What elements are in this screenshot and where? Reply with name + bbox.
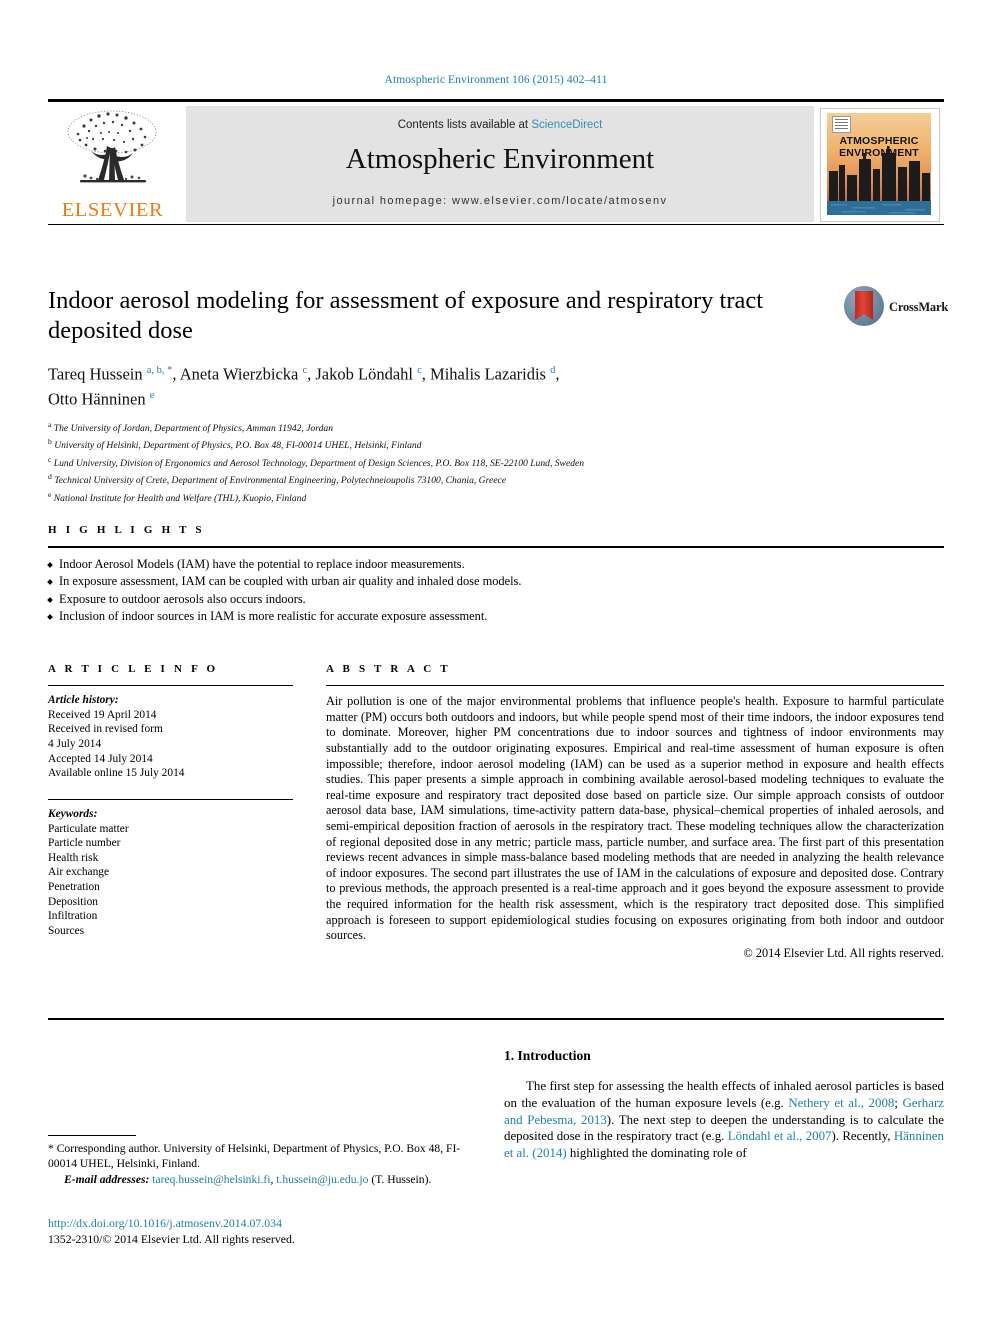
affiliation-label: a — [48, 420, 52, 429]
abstract-heading: A B S T R A C T — [326, 663, 451, 675]
affiliation-label: e — [48, 489, 52, 499]
journal-cover-image: ATMOSPHERIC ENVIRONMENT — [827, 113, 931, 215]
affiliation-text: Lund University, Division of Ergonomics … — [53, 458, 585, 470]
list-item: Exposure to outdoor aerosols also occurs… — [47, 591, 944, 609]
crossmark-badge[interactable]: CrossMark — [844, 286, 948, 326]
email-label: E-mail addresses: — [64, 1173, 150, 1187]
highlight-text: In exposure assessment, IAM can be coupl… — [59, 574, 522, 589]
introduction-paragraph: The first step for assessing the health … — [504, 1079, 944, 1161]
keyword-item: Penetration — [48, 880, 100, 893]
article-history: Article history: Received 19 April 2014 … — [48, 693, 293, 781]
article-info-section: A R T I C L E I N F O Article history: R… — [48, 663, 293, 938]
cover-skyline-icon — [827, 146, 931, 215]
history-item: Received in revised form — [48, 723, 163, 736]
running-head: Atmospheric Environment 106 (2015) 402–4… — [384, 74, 608, 86]
article-title-block: Indoor aerosol modeling for assessment o… — [48, 286, 948, 505]
keywords-label: Keywords: — [48, 807, 98, 820]
list-item: In exposure assessment, IAM can be coupl… — [47, 573, 944, 591]
doi-block: http://dx.doi.org/10.1016/j.atmosenv.201… — [48, 1216, 548, 1247]
keyword-item: Infiltration — [48, 910, 98, 923]
elsevier-wordmark: ELSEVIER — [61, 199, 164, 221]
highlights-rule — [48, 546, 944, 548]
footnote-block: * Corresponding author. University of He… — [48, 1135, 488, 1188]
affiliation-list: a The University of Jordan, Department o… — [48, 418, 944, 505]
affiliation-label: d — [48, 472, 52, 482]
highlights-heading: H I G H L I G H T S — [48, 524, 205, 536]
history-item: Accepted 14 July 2014 — [48, 752, 153, 765]
highlights-section: H I G H L I G H T S Indoor Aerosol Model… — [47, 524, 944, 626]
list-item: Inclusion of indoor sources in IAM is mo… — [47, 608, 944, 626]
corresponding-author-note: * Corresponding author. University of He… — [48, 1142, 461, 1170]
crossmark-label: CrossMark — [889, 300, 949, 314]
article-info-heading: A R T I C L E I N F O — [48, 663, 219, 675]
bullet-icon — [47, 579, 53, 585]
author-list: Tareq Hussein a, b, *, Aneta Wierzbicka … — [48, 364, 560, 409]
introduction-section: 1. Introduction The first step for asses… — [504, 1048, 944, 1162]
abstract-text: Air pollution is one of the major enviro… — [326, 694, 944, 943]
email-link-2[interactable]: t.hussein@ju.edu.jo — [276, 1173, 368, 1186]
journal-masthead: ELSEVIER Contents lists available at Sci… — [48, 99, 944, 224]
journal-title: Atmospheric Environment — [345, 143, 655, 175]
journal-cover-thumbnail[interactable]: ATMOSPHERIC ENVIRONMENT — [820, 108, 940, 222]
affiliation-text: University of Helsinki, Department of Ph… — [54, 440, 422, 452]
abstract-copyright: © 2014 Elsevier Ltd. All rights reserved… — [743, 945, 944, 960]
affiliation-item: b University of Helsinki, Department of … — [48, 435, 944, 452]
journal-band: Contents lists available at ScienceDirec… — [186, 106, 814, 222]
affiliation-item: a The University of Jordan, Department o… — [48, 418, 944, 435]
highlight-text: Inclusion of indoor sources in IAM is mo… — [59, 609, 488, 624]
bullet-icon — [47, 614, 53, 620]
journal-homepage-link[interactable]: journal homepage: www.elsevier.com/locat… — [186, 195, 814, 207]
email-suffix: (T. Hussein). — [371, 1173, 432, 1187]
issn-copyright-line: 1352-2310/© 2014 Elsevier Ltd. All right… — [48, 1231, 295, 1246]
masthead-bottom-rule — [48, 224, 944, 225]
doi-link[interactable]: http://dx.doi.org/10.1016/j.atmosenv.201… — [48, 1216, 548, 1232]
affiliation-label: b — [48, 437, 52, 447]
keyword-item: Health risk — [48, 851, 99, 864]
page-title: Indoor aerosol modeling for assessment o… — [48, 287, 764, 344]
bullet-icon — [47, 561, 53, 568]
journal-article-page: Atmospheric Environment 106 (2015) 402–4… — [0, 0, 992, 1323]
keyword-item: Sources — [48, 924, 85, 937]
elsevier-logo: ELSEVIER — [50, 106, 175, 222]
affiliation-label: c — [48, 454, 52, 464]
affiliation-item: c Lund University, Division of Ergonomic… — [48, 453, 944, 470]
keyword-item: Air exchange — [48, 866, 110, 879]
article-history-label: Article history: — [48, 694, 119, 707]
bullet-icon — [47, 596, 53, 603]
abstract-section: A B S T R A C T Air pollution is one of … — [326, 663, 944, 961]
affiliation-item: d Technical University of Crete, Departm… — [48, 470, 944, 487]
contents-available-line: Contents lists available at ScienceDirec… — [186, 119, 814, 131]
introduction-heading: 1. Introduction — [504, 1048, 591, 1063]
highlight-text: Exposure to outdoor aerosols also occurs… — [59, 591, 306, 606]
elsevier-tree-icon — [67, 110, 157, 183]
keyword-item: Particulate matter — [48, 822, 129, 835]
affiliation-text: Technical University of Crete, Departmen… — [54, 475, 506, 487]
body-separator-rule — [48, 1018, 944, 1021]
history-item: Received 19 April 2014 — [48, 708, 157, 721]
highlight-text: Indoor Aerosol Models (IAM) have the pot… — [59, 556, 465, 571]
affiliation-text: The University of Jordan, Department of … — [53, 423, 334, 435]
email-note: E-mail addresses: tareq.hussein@helsinki… — [48, 1173, 488, 1188]
footnote-rule — [48, 1135, 136, 1137]
list-item: Indoor Aerosol Models (IAM) have the pot… — [47, 556, 944, 574]
abstract-rule — [326, 685, 944, 687]
affiliation-item: e National Institute for Health and Welf… — [48, 488, 944, 505]
keywords-list: Keywords: Particulate matter Particle nu… — [48, 807, 293, 938]
history-item: 4 July 2014 — [48, 737, 102, 750]
keyword-item: Particle number — [48, 837, 121, 850]
keyword-item: Deposition — [48, 895, 98, 908]
article-info-rule — [48, 685, 293, 687]
masthead-top-rule — [48, 99, 944, 102]
sciencedirect-link[interactable]: ScienceDirect — [531, 119, 602, 131]
highlights-list: Indoor Aerosol Models (IAM) have the pot… — [47, 556, 944, 626]
contents-prefix: Contents lists available at — [397, 119, 532, 131]
affiliation-text: National Institute for Health and Welfar… — [53, 493, 307, 505]
keywords-rule — [48, 798, 293, 800]
history-item: Available online 15 July 2014 — [48, 767, 185, 780]
email-link-1[interactable]: tareq.hussein@helsinki.fi — [152, 1173, 270, 1186]
